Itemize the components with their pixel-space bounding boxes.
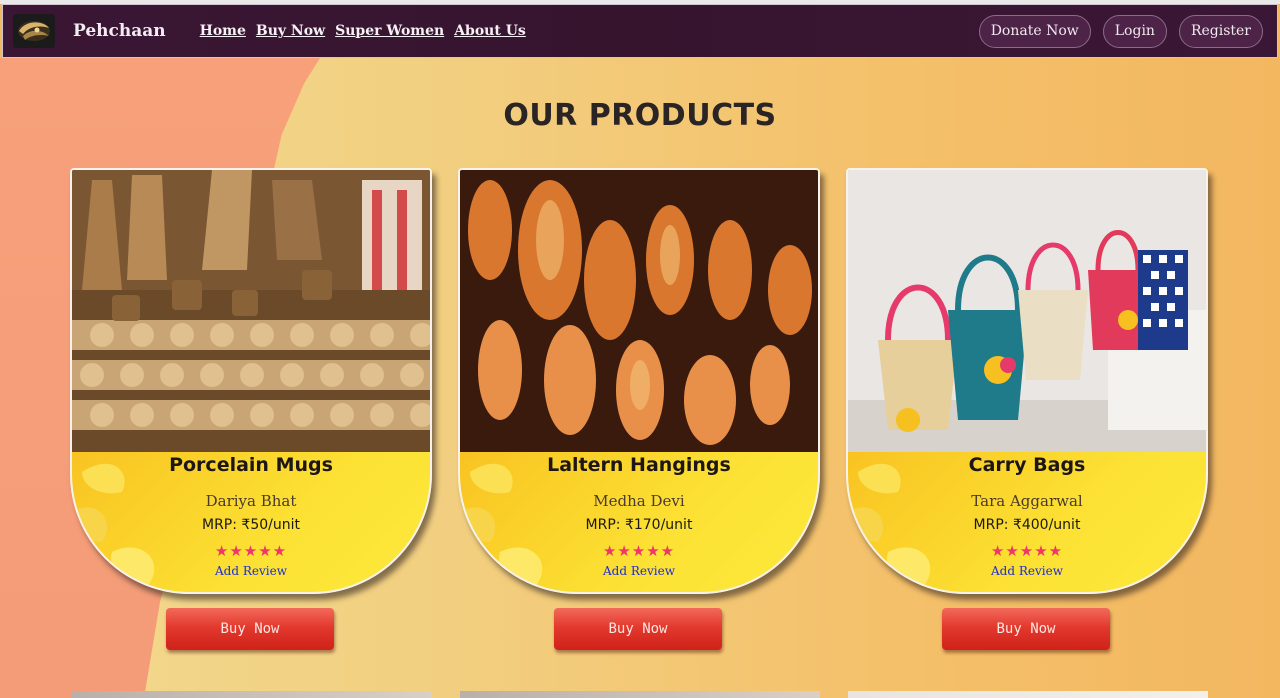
add-review-link[interactable]: Add Review: [72, 564, 430, 578]
nav-link-super-women[interactable]: Super Women: [335, 23, 444, 39]
product-maker: Medha Devi: [593, 492, 685, 510]
next-product-card-peek: [848, 691, 1208, 698]
brand-logo[interactable]: [13, 14, 55, 48]
product-price: MRP: ₹170/unit: [585, 517, 693, 533]
product-price: MRP: ₹50/unit: [202, 517, 300, 533]
buy-now-button[interactable]: Buy Now: [166, 608, 334, 650]
add-review-link[interactable]: Add Review: [848, 564, 1206, 578]
nav-link-about-us[interactable]: About Us: [454, 23, 526, 39]
register-button[interactable]: Register: [1178, 14, 1263, 48]
brand-name[interactable]: Pehchaan: [73, 21, 166, 41]
nav-actions: Donate Now Login Register: [978, 14, 1263, 48]
nav-link-buy-now[interactable]: Buy Now: [256, 23, 325, 39]
product-title: Laltern Hangings: [547, 454, 731, 476]
product-image-bags: [848, 170, 1206, 452]
navbar: Pehchaan Home Buy Now Super Women About …: [2, 4, 1278, 58]
donate-now-button[interactable]: Donate Now: [978, 14, 1091, 48]
star-rating: ★★★★★: [214, 542, 288, 560]
add-review-link[interactable]: Add Review: [460, 564, 818, 578]
buy-now-button[interactable]: Buy Now: [942, 608, 1110, 650]
next-product-card-peek: [460, 691, 820, 698]
product-card-lantern-hangings: Laltern Hangings Medha Devi MRP: ₹170/un…: [458, 168, 820, 594]
star-rating: ★★★★★: [602, 542, 676, 560]
product-maker: Tara Aggarwal: [971, 492, 1083, 510]
next-product-card-peek: [72, 691, 432, 698]
product-card-porcelain-mugs: Porcelain Mugs Dariya Bhat MRP: ₹50/unit…: [70, 168, 432, 594]
product-title: Porcelain Mugs: [169, 454, 333, 476]
product-image-lanterns: [460, 170, 818, 452]
product-title: Carry Bags: [968, 454, 1086, 476]
nav-link-home[interactable]: Home: [200, 23, 246, 39]
section-title: OUR PRODUCTS: [503, 98, 777, 133]
login-button[interactable]: Login: [1102, 14, 1167, 48]
product-price: MRP: ₹400/unit: [973, 517, 1081, 533]
star-rating: ★★★★★: [990, 542, 1064, 560]
product-maker: Dariya Bhat: [205, 492, 297, 510]
buy-now-button[interactable]: Buy Now: [554, 608, 722, 650]
product-card-carry-bags: Carry Bags Tara Aggarwal MRP: ₹400/unit …: [846, 168, 1208, 594]
nav-links: Home Buy Now Super Women About Us: [200, 23, 526, 39]
product-image-mugs: [72, 170, 430, 452]
